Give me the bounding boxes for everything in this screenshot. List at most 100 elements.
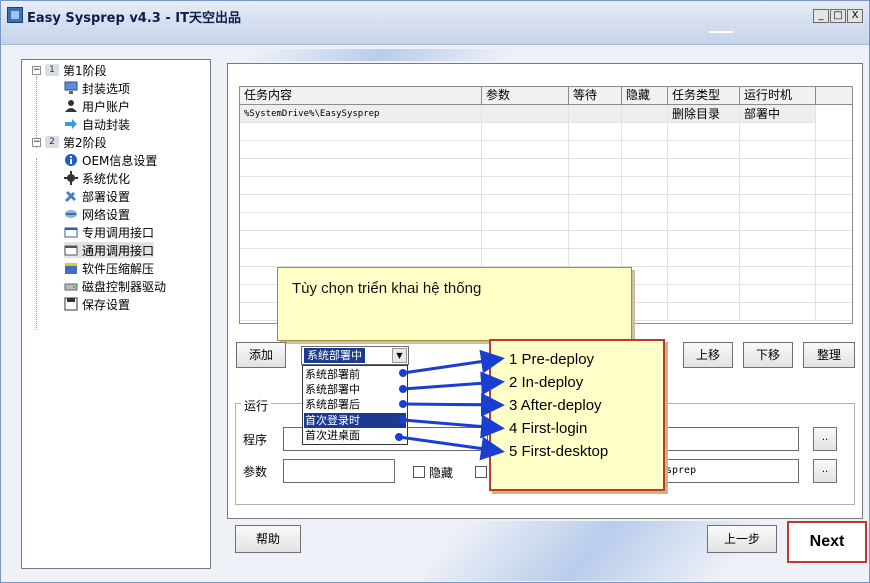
table-cell[interactable]	[740, 303, 816, 321]
table-cell[interactable]	[569, 177, 622, 195]
table-cell[interactable]	[482, 141, 569, 159]
move-down-button[interactable]: 下移	[743, 342, 793, 368]
table-cell[interactable]	[622, 141, 668, 159]
column-header-task[interactable]: 任务内容	[240, 87, 482, 105]
table-cell[interactable]	[569, 123, 622, 141]
table-cell[interactable]	[816, 303, 852, 321]
table-cell[interactable]	[816, 267, 852, 285]
collapse-icon[interactable]: −	[32, 65, 41, 75]
table-cell[interactable]	[482, 159, 569, 177]
table-cell[interactable]: 删除目录	[668, 105, 740, 123]
table-cell[interactable]	[816, 213, 852, 231]
wait-checkbox[interactable]	[475, 466, 487, 478]
table-cell[interactable]: 部署中	[740, 105, 816, 123]
table-cell[interactable]	[622, 123, 668, 141]
table-cell[interactable]	[622, 177, 668, 195]
tree-item-user-accounts[interactable]: 用户账户	[64, 98, 130, 114]
table-cell[interactable]	[740, 141, 816, 159]
table-cell[interactable]	[569, 213, 622, 231]
table-cell[interactable]	[816, 141, 852, 159]
organize-button[interactable]: 整理	[803, 342, 855, 368]
column-header-hide[interactable]: 隐藏	[622, 87, 668, 105]
params-field[interactable]	[283, 459, 395, 483]
table-cell[interactable]	[668, 213, 740, 231]
tree-item-disk-driver[interactable]: 磁盘控制器驱动	[64, 278, 166, 294]
table-cell[interactable]	[569, 195, 622, 213]
help-button[interactable]: 帮助	[235, 525, 301, 553]
dropdown-option-highlighted[interactable]: 首次登录时	[304, 413, 406, 428]
tree-item-private-interface[interactable]: 专用调用接口	[64, 224, 154, 240]
table-cell[interactable]	[482, 249, 569, 267]
browse-path-button[interactable]: ..	[813, 459, 837, 483]
table-cell[interactable]	[740, 231, 816, 249]
table-cell[interactable]	[668, 303, 740, 321]
table-cell[interactable]	[622, 159, 668, 177]
table-cell[interactable]	[240, 177, 482, 195]
column-header-wait[interactable]: 等待	[569, 87, 622, 105]
table-cell[interactable]	[240, 195, 482, 213]
table-cell[interactable]	[622, 213, 668, 231]
table-cell[interactable]	[240, 159, 482, 177]
column-header-timing[interactable]: 运行时机	[740, 87, 816, 105]
table-cell[interactable]	[482, 123, 569, 141]
table-cell[interactable]	[668, 231, 740, 249]
tree-item-network-settings[interactable]: 网络设置	[64, 206, 130, 222]
table-cell[interactable]	[740, 123, 816, 141]
table-cell[interactable]	[816, 249, 852, 267]
table-cell[interactable]	[622, 231, 668, 249]
dropdown-option[interactable]: 系统部署中	[305, 382, 360, 397]
dropdown-option[interactable]: 系统部署后	[305, 397, 360, 412]
table-cell[interactable]	[622, 105, 668, 123]
dropdown-option[interactable]: 系统部署前	[305, 367, 360, 382]
table-cell[interactable]	[668, 123, 740, 141]
table-cell[interactable]	[668, 249, 740, 267]
table-cell[interactable]	[816, 195, 852, 213]
tree-item-save-settings[interactable]: 保存设置	[64, 296, 130, 312]
dropdown-option[interactable]: 首次进桌面	[305, 428, 360, 443]
table-cell[interactable]	[816, 177, 852, 195]
table-cell[interactable]	[668, 159, 740, 177]
column-header-type[interactable]: 任务类型	[668, 87, 740, 105]
tree-item-deploy-settings[interactable]: 部署设置	[64, 188, 130, 204]
table-cell[interactable]	[240, 141, 482, 159]
table-cell[interactable]	[482, 105, 569, 123]
table-cell[interactable]	[240, 123, 482, 141]
tree-item-system-optimize[interactable]: 系统优化	[64, 170, 130, 186]
close-button[interactable]: X	[847, 9, 863, 23]
table-cell[interactable]	[569, 249, 622, 267]
add-button[interactable]: 添加	[236, 342, 286, 368]
tree-item-package-options[interactable]: 封装选项	[64, 80, 130, 96]
table-cell[interactable]	[740, 249, 816, 267]
browse-program-button[interactable]: ..	[813, 427, 837, 451]
table-cell[interactable]	[668, 195, 740, 213]
tree-stage-1[interactable]: − 1 第1阶段	[32, 62, 107, 78]
next-button[interactable]: Next	[787, 521, 867, 563]
previous-button[interactable]: 上一步	[707, 525, 777, 553]
maximize-button[interactable]: □	[830, 9, 846, 23]
table-cell[interactable]	[668, 177, 740, 195]
table-cell[interactable]	[482, 213, 569, 231]
path-field[interactable]: sprep	[661, 459, 799, 483]
tree-item-software-compress[interactable]: 软件压缩解压	[64, 260, 154, 276]
tree-item-oem-info[interactable]: OEM信息设置	[64, 152, 157, 168]
table-cell[interactable]	[816, 159, 852, 177]
table-cell[interactable]	[569, 141, 622, 159]
hide-checkbox[interactable]	[413, 466, 425, 478]
title-bar[interactable]: Easy Sysprep v4.3 - IT天空出品 _ □ X	[1, 1, 869, 45]
table-cell[interactable]	[482, 195, 569, 213]
table-cell[interactable]	[482, 231, 569, 249]
table-cell[interactable]	[816, 123, 852, 141]
table-cell[interactable]	[740, 177, 816, 195]
table-cell[interactable]	[740, 195, 816, 213]
table-cell[interactable]	[622, 195, 668, 213]
move-up-button[interactable]: 上移	[683, 342, 733, 368]
tree-stage-2[interactable]: − 2 第2阶段	[32, 134, 107, 150]
table-cell[interactable]	[740, 213, 816, 231]
tree-item-general-interface[interactable]: 通用调用接口	[64, 242, 155, 258]
table-cell[interactable]	[240, 249, 482, 267]
program-path-field[interactable]	[661, 427, 799, 451]
table-cell[interactable]	[740, 159, 816, 177]
chevron-down-icon[interactable]: ▼	[392, 348, 407, 363]
table-cell[interactable]	[569, 105, 622, 123]
table-cell[interactable]	[668, 267, 740, 285]
